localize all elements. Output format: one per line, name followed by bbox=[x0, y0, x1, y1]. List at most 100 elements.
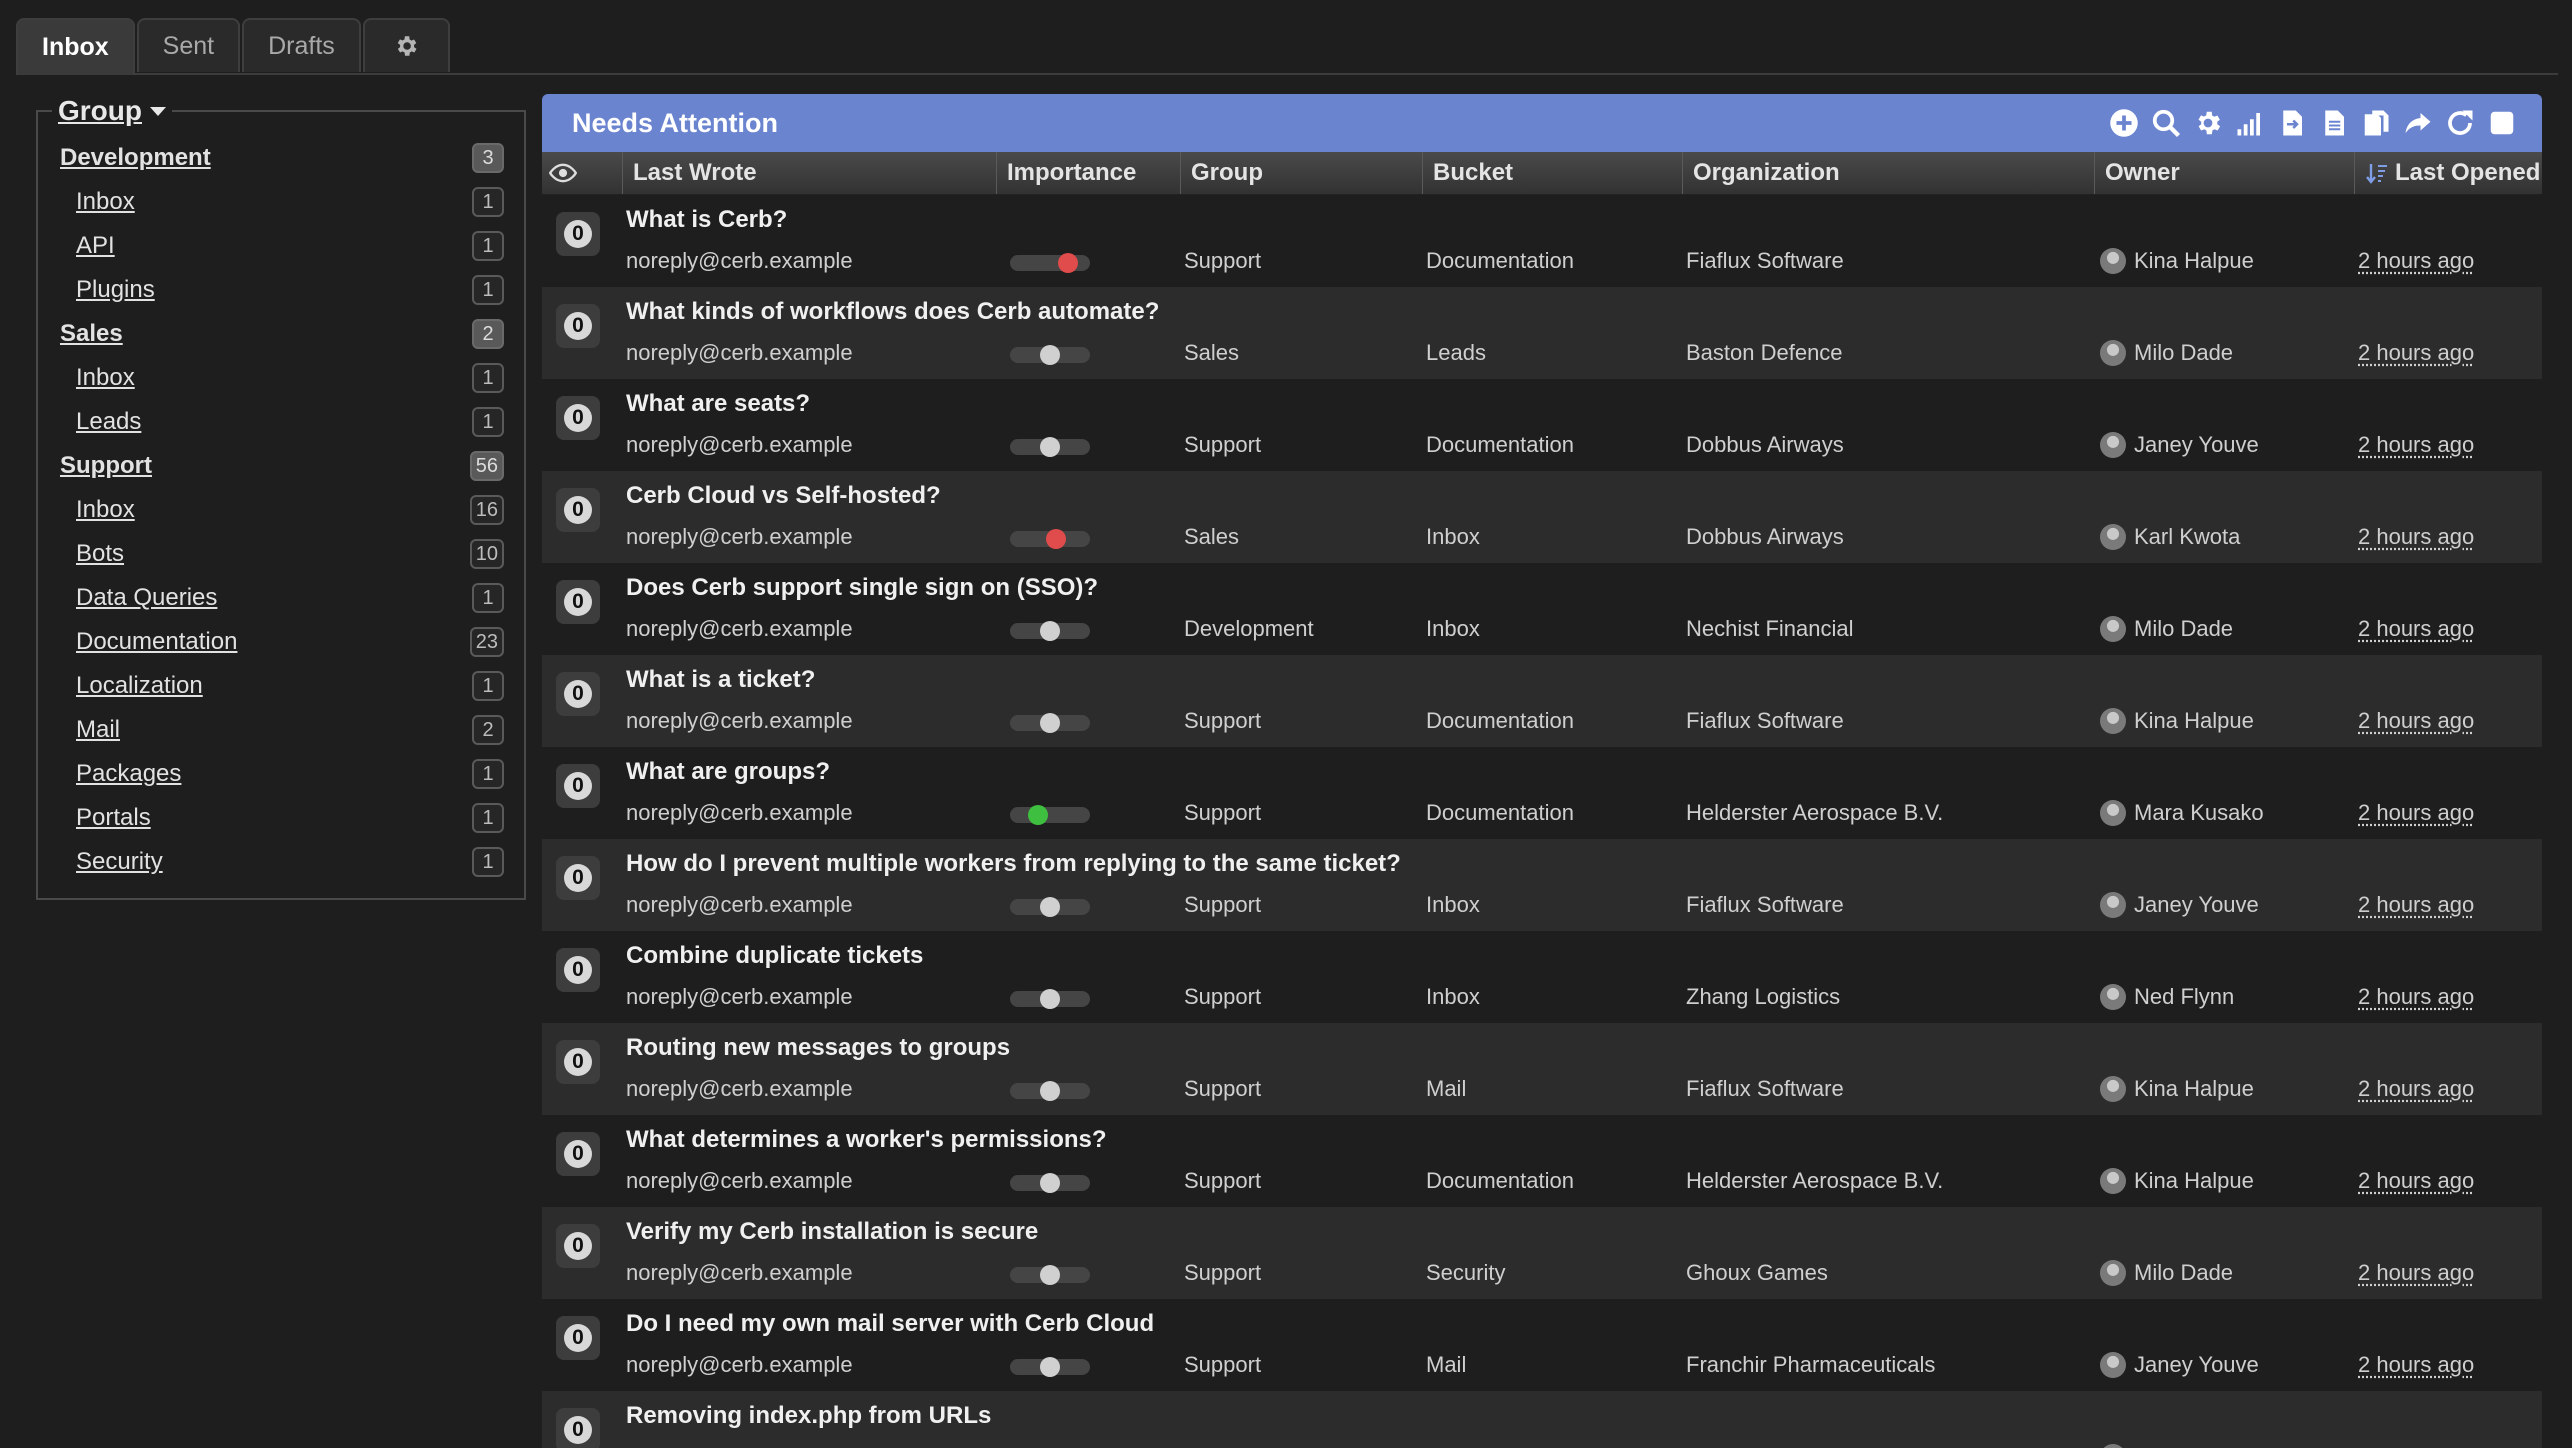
last-opened-time[interactable]: 2 hours ago bbox=[2358, 708, 2474, 734]
last-wrote-email[interactable]: noreply@cerb.example bbox=[626, 1352, 853, 1378]
add-button[interactable] bbox=[2107, 107, 2140, 140]
priority-badge[interactable]: 0 bbox=[556, 1224, 600, 1268]
sidebar-bucket-link[interactable]: Documentation bbox=[76, 628, 237, 656]
tab-settings[interactable] bbox=[362, 18, 450, 72]
panel-title[interactable]: Needs Attention bbox=[572, 108, 778, 139]
ticket-row[interactable]: 0 What is a ticket? noreply@cerb.example Su… bbox=[542, 655, 2542, 747]
customize-button[interactable] bbox=[2191, 107, 2224, 140]
organization-cell[interactable]: Nechist Financial bbox=[1686, 616, 1854, 642]
last-wrote-email[interactable]: noreply@cerb.example bbox=[626, 1076, 853, 1102]
last-opened-time[interactable]: 2 hours ago bbox=[2358, 1260, 2474, 1286]
ticket-row[interactable]: 0 Does Cerb support single sign on (SSO)?… bbox=[542, 563, 2542, 655]
organization-cell[interactable]: Fiaflux Software bbox=[1686, 1444, 1844, 1448]
column-owner[interactable]: Owner bbox=[2094, 152, 2354, 194]
priority-badge[interactable]: 0 bbox=[556, 948, 600, 992]
ticket-subject-link[interactable]: Cerb Cloud vs Self-hosted? bbox=[626, 482, 941, 510]
group-dropdown[interactable]: Group bbox=[52, 95, 172, 127]
sidebar-bucket-link[interactable]: Packages bbox=[76, 760, 181, 788]
ticket-row[interactable]: 0 What is Cerb? noreply@cerb.example Suppor… bbox=[542, 195, 2542, 287]
refresh-button[interactable] bbox=[2443, 107, 2476, 140]
ticket-row[interactable]: 0 How do I prevent multiple workers from … bbox=[542, 839, 2542, 931]
sidebar-bucket-link[interactable]: Inbox bbox=[76, 364, 135, 392]
importance-slider[interactable] bbox=[1010, 253, 1090, 273]
importance-slider[interactable] bbox=[1010, 1081, 1090, 1101]
ticket-subject-link[interactable]: How do I prevent multiple workers from r… bbox=[626, 850, 1401, 878]
importance-knob[interactable] bbox=[1040, 897, 1060, 917]
select-all-checkbox[interactable] bbox=[2485, 107, 2518, 140]
column-organization[interactable]: Organization bbox=[1682, 152, 2094, 194]
importance-knob[interactable] bbox=[1040, 1081, 1060, 1101]
ticket-row[interactable]: 0 Cerb Cloud vs Self-hosted? noreply@cerb.… bbox=[542, 471, 2542, 563]
organization-cell[interactable]: Ghoux Games bbox=[1686, 1260, 1828, 1286]
importance-knob[interactable] bbox=[1040, 1265, 1060, 1285]
tab-inbox[interactable]: Inbox bbox=[16, 18, 135, 75]
importance-slider[interactable] bbox=[1010, 437, 1090, 457]
owner-cell[interactable]: Kina Halpue bbox=[2100, 1076, 2254, 1102]
last-wrote-email[interactable]: noreply@cerb.example bbox=[626, 800, 853, 826]
organization-cell[interactable]: Baston Defence bbox=[1686, 340, 1843, 366]
importance-slider[interactable] bbox=[1010, 621, 1090, 641]
last-opened-time[interactable]: 2 hours ago bbox=[2358, 616, 2474, 642]
ticket-row[interactable]: 0 Combine duplicate tickets noreply@cerb.e… bbox=[542, 931, 2542, 1023]
organization-cell[interactable]: Dobbus Airways bbox=[1686, 524, 1844, 550]
sidebar-bucket-link[interactable]: Data Queries bbox=[76, 584, 217, 612]
importance-knob[interactable] bbox=[1040, 621, 1060, 641]
export-button[interactable] bbox=[2317, 107, 2350, 140]
organization-cell[interactable]: Fiaflux Software bbox=[1686, 248, 1844, 274]
tab-sent[interactable]: Sent bbox=[136, 18, 241, 72]
last-wrote-email[interactable]: noreply@cerb.example bbox=[626, 340, 853, 366]
owner-cell[interactable]: Kina Halpue bbox=[2100, 708, 2254, 734]
importance-knob[interactable] bbox=[1040, 437, 1060, 457]
column-bucket[interactable]: Bucket bbox=[1422, 152, 1682, 194]
importance-knob[interactable] bbox=[1058, 253, 1078, 273]
ticket-subject-link[interactable]: What is a ticket? bbox=[626, 666, 815, 694]
priority-badge[interactable]: 0 bbox=[556, 764, 600, 808]
organization-cell[interactable]: Franchir Pharmaceuticals bbox=[1686, 1352, 1935, 1378]
importance-slider[interactable] bbox=[1010, 989, 1090, 1009]
ticket-row[interactable]: 0 What determines a worker's permissions?… bbox=[542, 1115, 2542, 1207]
last-opened-time[interactable]: 2 hours ago bbox=[2358, 1444, 2474, 1448]
owner-cell[interactable]: Milo Dade bbox=[2100, 616, 2233, 642]
priority-badge[interactable]: 0 bbox=[556, 672, 600, 716]
sidebar-bucket-link[interactable]: Inbox bbox=[76, 188, 135, 216]
last-opened-time[interactable]: 2 hours ago bbox=[2358, 1168, 2474, 1194]
sidebar-bucket-link[interactable]: Mail bbox=[76, 716, 120, 744]
owner-cell[interactable]: Mara Kusako bbox=[2100, 1444, 2264, 1448]
ticket-subject-link[interactable]: Does Cerb support single sign on (SSO)? bbox=[626, 574, 1098, 602]
priority-badge[interactable]: 0 bbox=[556, 212, 600, 256]
last-wrote-email[interactable]: noreply@cerb.example bbox=[626, 708, 853, 734]
ticket-subject-link[interactable]: What are seats? bbox=[626, 390, 810, 418]
importance-knob[interactable] bbox=[1040, 713, 1060, 733]
sidebar-bucket-link[interactable]: API bbox=[76, 232, 115, 260]
ticket-subject-link[interactable]: Do I need my own mail server with Cerb C… bbox=[626, 1310, 1154, 1338]
owner-cell[interactable]: Mara Kusako bbox=[2100, 800, 2264, 826]
ticket-row[interactable]: 0 What are seats? noreply@cerb.example Supp… bbox=[542, 379, 2542, 471]
last-wrote-email[interactable]: noreply@cerb.example bbox=[626, 524, 853, 550]
importance-slider[interactable] bbox=[1010, 1173, 1090, 1193]
organization-cell[interactable]: Helderster Aerospace B.V. bbox=[1686, 1168, 1943, 1194]
importance-knob[interactable] bbox=[1040, 1357, 1060, 1377]
sidebar-group-link[interactable]: Support bbox=[60, 452, 152, 480]
sidebar-bucket-link[interactable]: Security bbox=[76, 848, 163, 876]
last-wrote-email[interactable]: noreply@cerb.example bbox=[626, 892, 853, 918]
owner-cell[interactable]: Janey Youve bbox=[2100, 892, 2259, 918]
last-wrote-email[interactable]: noreply@cerb.example bbox=[626, 616, 853, 642]
ticket-subject-link[interactable]: What kinds of workflows does Cerb automa… bbox=[626, 298, 1159, 326]
importance-knob[interactable] bbox=[1046, 529, 1066, 549]
owner-cell[interactable]: Janey Youve bbox=[2100, 432, 2259, 458]
chart-button[interactable] bbox=[2233, 107, 2266, 140]
sidebar-bucket-link[interactable]: Localization bbox=[76, 672, 203, 700]
ticket-row[interactable]: 0 Removing index.php from URLs noreply@cer… bbox=[542, 1391, 2542, 1448]
last-opened-time[interactable]: 2 hours ago bbox=[2358, 432, 2474, 458]
owner-cell[interactable]: Milo Dade bbox=[2100, 340, 2233, 366]
last-opened-time[interactable]: 2 hours ago bbox=[2358, 524, 2474, 550]
column-toggle-preview[interactable] bbox=[542, 152, 584, 194]
importance-slider[interactable] bbox=[1010, 345, 1090, 365]
last-wrote-email[interactable]: noreply@cerb.example bbox=[626, 1444, 853, 1448]
priority-badge[interactable]: 0 bbox=[556, 396, 600, 440]
importance-knob[interactable] bbox=[1028, 805, 1048, 825]
last-opened-time[interactable]: 2 hours ago bbox=[2358, 248, 2474, 274]
last-wrote-email[interactable]: noreply@cerb.example bbox=[626, 432, 853, 458]
last-opened-time[interactable]: 2 hours ago bbox=[2358, 1076, 2474, 1102]
priority-badge[interactable]: 0 bbox=[556, 580, 600, 624]
